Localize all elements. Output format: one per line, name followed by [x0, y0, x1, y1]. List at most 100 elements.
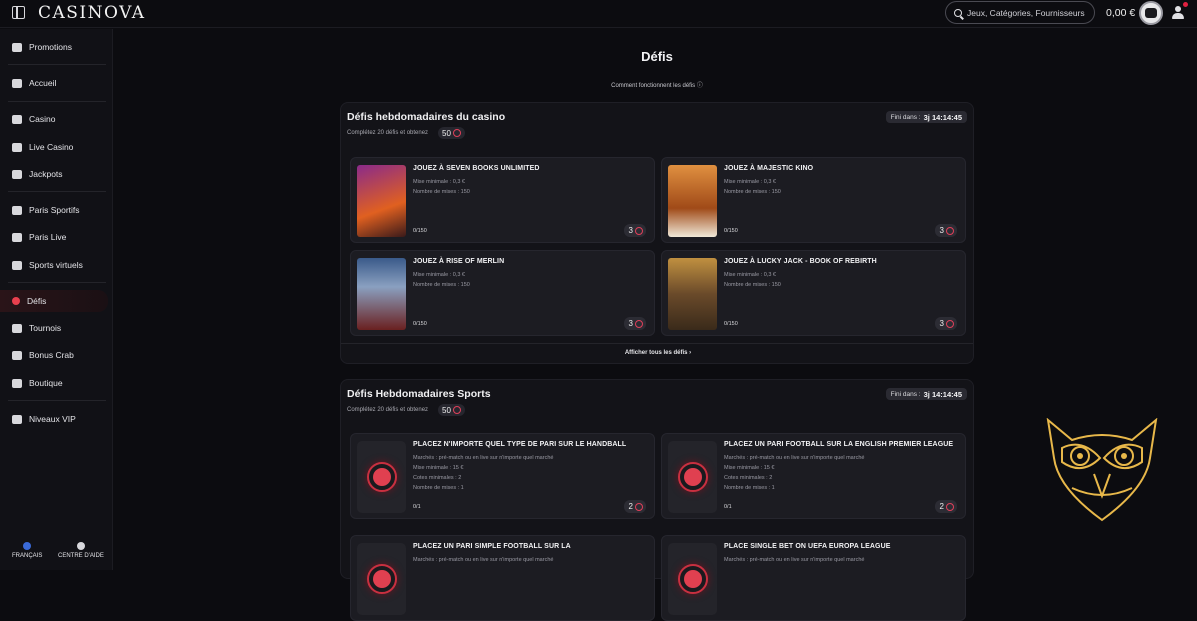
- sidebar-item-live-casino[interactable]: Live Casino: [0, 136, 108, 158]
- sidebar-item-label: Bonus Crab: [29, 350, 74, 360]
- card-detail: Cotes minimales : 2: [724, 475, 773, 481]
- sidebar-item-bonus-crab[interactable]: Bonus Crab: [0, 344, 108, 366]
- sidebar-item-niveaux-vip[interactable]: Niveaux VIP: [0, 408, 108, 430]
- sidebar-item-label: Live Casino: [29, 142, 74, 152]
- sidebar-item-paris-sportifs[interactable]: Paris Sportifs: [0, 199, 108, 221]
- handball-icon: [366, 462, 397, 492]
- football-thumbnail: [357, 543, 406, 615]
- language-label: FRANÇAIS: [12, 553, 43, 559]
- sidebar-item-casino[interactable]: Casino: [0, 108, 108, 130]
- points-icon: [452, 129, 461, 137]
- points-value: 3: [628, 226, 633, 235]
- card-points: 2: [934, 500, 957, 513]
- timer-label: Fini dans :: [890, 113, 921, 121]
- football-icon: [677, 462, 708, 492]
- live-tv-icon: [12, 232, 22, 242]
- page-title: Défis: [641, 49, 673, 64]
- card-detail: Cotes minimales : 2: [413, 475, 462, 481]
- divider: [8, 64, 106, 65]
- challenge-card[interactable]: JOUEZ À RISE OF MERLIN Mise minimale : 0…: [350, 250, 655, 336]
- challenge-card[interactable]: JOUEZ À MAJESTIC KINO Mise minimale : 0,…: [661, 157, 966, 243]
- challenge-card[interactable]: PLACEZ UN PARI SIMPLE FOOTBALL SUR LA Ma…: [350, 535, 655, 621]
- logo[interactable]: CASINOVA: [38, 3, 146, 23]
- card-detail: Nombre de mises : 150: [724, 282, 781, 288]
- challenge-card[interactable]: PLACEZ UN PARI FOOTBALL SUR LA ENGLISH P…: [661, 433, 966, 519]
- card-detail: Nombre de mises : 150: [413, 189, 470, 195]
- challenge-card[interactable]: PLACE SINGLE BET ON UEFA EUROPA LEAGUE M…: [661, 535, 966, 621]
- cards-icon: [12, 114, 22, 124]
- points-icon: [635, 226, 643, 235]
- challenge-card[interactable]: JOUEZ À LUCKY JACK - BOOK OF REBIRTH Mis…: [661, 250, 966, 336]
- card-points: 3: [934, 317, 957, 330]
- sidebar-item-label: Casino: [29, 114, 56, 124]
- sidebar-item-sports-virtuels[interactable]: Sports virtuels: [0, 254, 108, 276]
- points-icon: [635, 319, 643, 328]
- search-input[interactable]: Jeux, Catégories, Fournisseurs: [945, 1, 1095, 24]
- live-dealer-icon: [12, 142, 22, 152]
- handball-thumbnail: [357, 441, 406, 513]
- howto-link[interactable]: Comment fonctionnent les défis ⓘ: [0, 80, 1197, 89]
- sidebar-item-boutique[interactable]: Boutique: [0, 372, 108, 394]
- points-icon: [635, 502, 643, 511]
- card-detail: Mise minimale : 0,3 €: [724, 272, 776, 278]
- jackpot-icon: [12, 169, 22, 179]
- avatar[interactable]: [1139, 1, 1163, 25]
- game-thumbnail: [668, 258, 717, 330]
- sidebar-item-label: Paris Live: [29, 232, 67, 242]
- balance[interactable]: 0,00 €: [1106, 7, 1135, 19]
- sidebar-item-paris-live[interactable]: Paris Live: [0, 226, 108, 248]
- card-points: 2: [623, 500, 646, 513]
- card-points: 3: [623, 224, 646, 237]
- sidebar-item-label: Niveaux VIP: [29, 414, 76, 424]
- divider: [8, 400, 106, 401]
- sidebar-item-label: Défis: [27, 296, 47, 306]
- card-progress: 0/150: [724, 228, 738, 234]
- search-placeholder: Jeux, Catégories, Fournisseurs: [967, 7, 1085, 18]
- game-thumbnail: [668, 165, 717, 237]
- help-center-link[interactable]: CENTRE D'AIDE: [58, 542, 104, 559]
- sidebar-toggle-icon[interactable]: [12, 6, 25, 19]
- points-value: 50: [442, 128, 451, 138]
- card-detail: Marchés : pré-match ou en live sur n'imp…: [413, 455, 554, 461]
- chevron-right-icon: ›: [689, 350, 692, 356]
- sidebar-item-tournois[interactable]: Tournois: [0, 317, 108, 339]
- show-all-label: Afficher tous les défis: [624, 350, 688, 356]
- game-thumbnail: [357, 258, 406, 330]
- info-icon: ⓘ: [696, 83, 703, 89]
- sidebar-item-jackpots[interactable]: Jackpots: [0, 163, 108, 185]
- card-title: JOUEZ À RISE OF MERLIN: [413, 258, 505, 265]
- shop-icon: [12, 378, 22, 388]
- crab-icon: [12, 350, 22, 360]
- globe-icon: [23, 542, 32, 550]
- search-icon: [954, 8, 962, 17]
- points-value: 2: [628, 502, 633, 511]
- timer-value: 3j 14:14:45: [923, 112, 962, 122]
- points-icon: [452, 406, 461, 414]
- challenge-card[interactable]: JOUEZ À SEVEN BOOKS UNLIMITED Mise minim…: [350, 157, 655, 243]
- sidebar-item-defis[interactable]: Défis: [0, 290, 108, 312]
- language-selector[interactable]: FRANÇAIS: [12, 542, 42, 559]
- divider: [341, 343, 973, 344]
- help-icon: [76, 542, 85, 550]
- show-all-link[interactable]: Afficher tous les défis ›: [341, 350, 975, 356]
- card-detail: Mise minimale : 0,3 €: [413, 179, 465, 185]
- sidebar-item-label: Jackpots: [29, 169, 63, 179]
- points-value: 50: [442, 405, 451, 415]
- card-points: 3: [623, 317, 646, 330]
- casino-challenges-section: Défis hebdomadaires du casino Complétez …: [340, 102, 974, 364]
- card-title: JOUEZ À SEVEN BOOKS UNLIMITED: [413, 165, 540, 172]
- card-progress: 0/1: [413, 504, 421, 510]
- trophy-icon: [12, 323, 22, 333]
- card-title: PLACEZ UN PARI SIMPLE FOOTBALL SUR LA: [413, 543, 571, 550]
- football-thumbnail: [668, 543, 717, 615]
- points-value: 3: [628, 319, 633, 328]
- challenge-card[interactable]: PLACEZ N'IMPORTE QUEL TYPE DE PARI SUR L…: [350, 433, 655, 519]
- card-detail: Marchés : pré-match ou en live sur n'imp…: [724, 455, 865, 461]
- points-value: 2: [939, 502, 944, 511]
- card-progress: 0/1: [724, 504, 732, 510]
- sidebar-item-label: Sports virtuels: [29, 260, 83, 270]
- card-detail: Mise minimale : 0,3 €: [413, 272, 465, 278]
- section-title: Défis Hebdomadaires Sports: [347, 388, 491, 400]
- card-detail: Nombre de mises : 1: [413, 485, 464, 491]
- user-icon[interactable]: [1172, 6, 1184, 20]
